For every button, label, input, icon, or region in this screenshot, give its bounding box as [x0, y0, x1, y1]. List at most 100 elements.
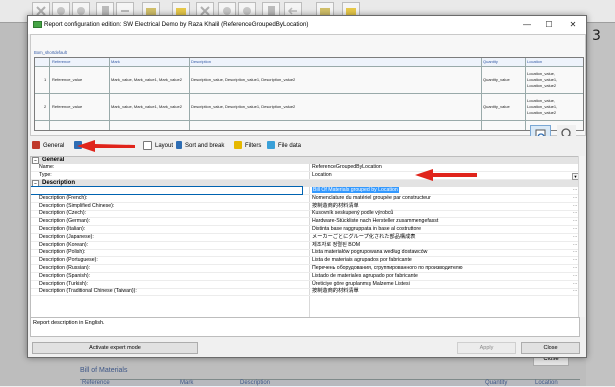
ellipsis-button[interactable]: ...: [573, 209, 577, 216]
tab-label: File data: [278, 143, 302, 149]
ellipsis-button[interactable]: ...: [573, 272, 577, 279]
preview-header-cell: Reference: [52, 59, 71, 64]
reference-cell: Reference_value: [52, 77, 83, 82]
close-window-button[interactable]: ✕: [566, 19, 580, 31]
preview-table: Reference Mark Description Quantity Loca…: [34, 57, 584, 131]
selected-text: Bill Of Materials grouped by Location: [312, 187, 399, 193]
property-row-name[interactable]: Name: ReferenceGroupedByLocation: [31, 164, 579, 172]
tab-label: Layout: [155, 143, 174, 149]
scrollbar[interactable]: [578, 156, 585, 317]
property-row-description[interactable]: Description (Spanish): Listado de materia…: [31, 272, 579, 281]
dialog-titlebar[interactable]: Report configuration edition: SW Electri…: [28, 16, 586, 34]
property-value[interactable]: Üreticiye göre gruplanmış Malzeme Listes…: [312, 281, 410, 288]
property-row-description[interactable]: Description (Korean): 제조자로 정렬된 BOM...: [31, 241, 579, 250]
close-button[interactable]: Close: [521, 342, 580, 354]
row-index: 2: [44, 104, 47, 109]
property-row-description[interactable]: Description (Traditional Chinese (Taiwan…: [31, 287, 579, 297]
property-label: Description (Polish):: [39, 249, 86, 256]
tab-file-data[interactable]: File data: [267, 140, 301, 152]
preview-caption: Bom_shortdefault: [34, 50, 67, 55]
ellipsis-button[interactable]: ...: [573, 202, 577, 209]
property-value[interactable]: 按制造商的材料清单: [312, 203, 359, 210]
ellipsis-button[interactable]: ...: [573, 287, 577, 294]
property-label: Description (Portuguese):: [39, 257, 98, 264]
property-value[interactable]: Lista de materiais agrupados por fabrica…: [312, 257, 412, 264]
property-label: Name:: [39, 164, 55, 170]
ellipsis-button[interactable]: ...: [573, 241, 577, 248]
property-value[interactable]: Distinta base raggruppata in base al cos…: [312, 226, 421, 233]
description-text: Report description in English.: [33, 320, 105, 326]
location-cell: Location_value1,: [527, 104, 558, 109]
dialog-title: Report configuration edition: SW Electri…: [44, 21, 309, 28]
property-label: Description (French):: [39, 194, 88, 201]
property-label: Description (Czech):: [39, 210, 86, 217]
ellipsis-button[interactable]: ...: [573, 280, 577, 287]
tab-filters[interactable]: Filters: [234, 140, 261, 152]
ellipsis-button[interactable]: ...: [573, 186, 577, 193]
property-value[interactable]: メーカーごとにグループ化された部品構成表: [312, 234, 415, 241]
property-row-description[interactable]: Description (Simplified Chinese): 按制造商的材料…: [31, 202, 579, 211]
ellipsis-button[interactable]: ...: [573, 217, 577, 224]
preview-header-row: Reference Mark Description Quantity Loca…: [35, 58, 583, 67]
ellipsis-button[interactable]: ...: [573, 233, 577, 240]
property-row-description[interactable]: Description (Portuguese): Lista de materi…: [31, 256, 579, 266]
maximize-button[interactable]: ☐: [542, 19, 556, 31]
property-value[interactable]: Kusovník seskupený podle výrobců: [312, 210, 393, 217]
property-label: Description (German):: [39, 218, 91, 225]
app-icon: [33, 21, 42, 28]
property-value[interactable]: Hardware-Stückliste nach Hersteller zusa…: [312, 218, 438, 225]
preview-table-row: 2 Reference_value Mark_value, Mark_value…: [35, 94, 583, 121]
location-cell: Location_value1,: [527, 77, 558, 82]
collapse-icon[interactable]: −: [32, 157, 39, 164]
preview-header-cell: Location: [527, 59, 543, 64]
ellipsis-button[interactable]: ...: [573, 194, 577, 201]
tab-label: General: [43, 143, 65, 149]
tab-layout[interactable]: Layout: [143, 140, 173, 152]
ellipsis-button[interactable]: ...: [573, 225, 577, 232]
property-label: Description (Turkish):: [39, 280, 89, 287]
general-icon: [32, 141, 40, 150]
mark-cell: Mark_value, Mark_value1, Mark_value2: [111, 77, 182, 82]
tab-general[interactable]: General: [32, 140, 64, 152]
property-value[interactable]: Lista materiałów pogrupowana według dost…: [312, 249, 427, 256]
property-label: Description (Spanish):: [39, 272, 91, 279]
type-dropdown[interactable]: Location: [312, 172, 332, 179]
property-row-description[interactable]: Description (German): Hardware-Stückliste…: [31, 217, 579, 227]
description-english-input[interactable]: Bill Of Materials grouped by Location: [312, 187, 399, 194]
filter-icon: [234, 141, 242, 150]
property-value[interactable]: 按制造商的材料清單: [312, 288, 359, 295]
property-value[interactable]: Nomenclature du matériel groupée par con…: [312, 195, 431, 202]
property-row-type[interactable]: Type: Location ▼: [31, 172, 579, 180]
property-value[interactable]: 제조자로 정렬된 BOM: [312, 242, 360, 249]
tab-label: Sort and break: [185, 143, 225, 149]
property-row-description[interactable]: Description (English):Bill Of Materials …: [31, 186, 579, 195]
property-value[interactable]: Listado de materiales agrupado por fabri…: [312, 273, 418, 280]
property-row-description[interactable]: Description (French): Nomenclature du mat…: [31, 194, 579, 203]
property-row-description[interactable]: Description (Czech): Kusovník seskupený p…: [31, 209, 579, 219]
annotation-arrow-icon: [415, 169, 477, 181]
section-general[interactable]: − General: [31, 157, 579, 164]
property-label: Description (Simplified Chinese):: [39, 202, 115, 209]
property-row-description[interactable]: Description (Turkish): Üreticiye göre gru…: [31, 280, 579, 289]
minimize-button[interactable]: —: [520, 19, 534, 31]
property-value[interactable]: Перечень оборудования, сгруппированного …: [312, 265, 463, 272]
property-row-description[interactable]: Description (Russian): Перечень оборудова…: [31, 264, 579, 273]
ellipsis-button[interactable]: ...: [573, 256, 577, 263]
activate-expert-mode-button[interactable]: Activate expert mode: [32, 342, 198, 354]
tab-sort-and-break[interactable]: Sort and break: [176, 140, 224, 152]
property-label: Type:: [39, 172, 52, 178]
property-row-description[interactable]: Description (Polish): Lista materiałów po…: [31, 248, 579, 258]
file-data-icon: [267, 141, 275, 150]
report-configuration-dialog: Report configuration edition: SW Electri…: [27, 15, 587, 358]
ellipsis-button[interactable]: ...: [573, 264, 577, 271]
property-label: Description (Italian):: [39, 226, 86, 232]
property-value[interactable]: ReferenceGroupedByLocation: [312, 164, 382, 171]
property-label: Description (Traditional Chinese (Taiwan…: [39, 288, 137, 295]
ellipsis-button[interactable]: ...: [573, 248, 577, 255]
apply-button[interactable]: Apply: [457, 342, 516, 354]
property-row-description[interactable]: Description (Italian): Distinta base ragg…: [31, 225, 579, 234]
property-row-description[interactable]: Description (Japanese): メーカーごとにグループ化された部品…: [31, 233, 579, 242]
tab-label: Filters: [245, 143, 262, 149]
preview-header-cell: Quantity: [483, 59, 498, 64]
selected-input-box[interactable]: [31, 186, 303, 195]
